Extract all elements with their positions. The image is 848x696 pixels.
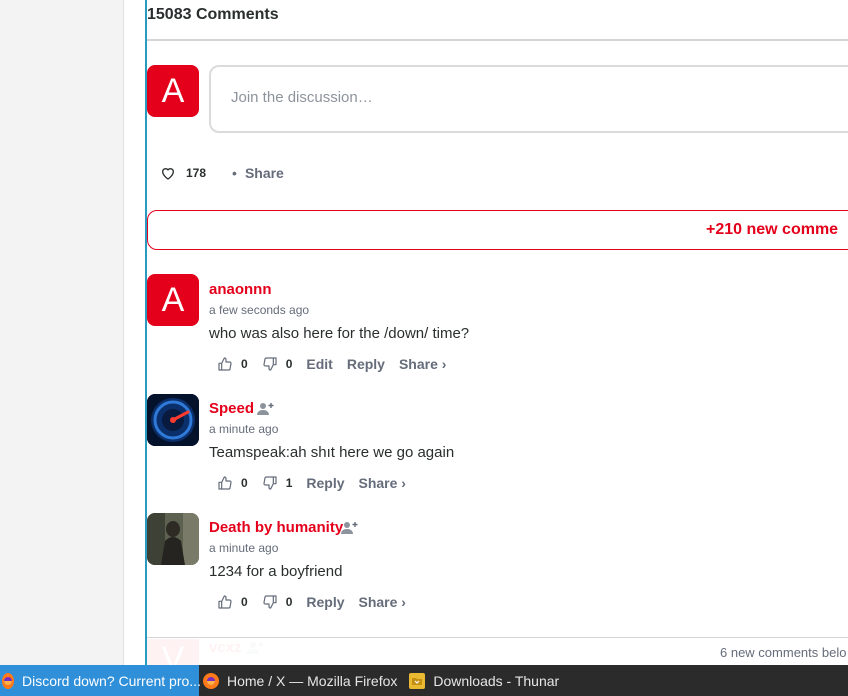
share-link[interactable]: Share xyxy=(245,165,284,181)
follow-user-icon[interactable] xyxy=(341,521,359,535)
downvote-count: 0 xyxy=(285,357,293,371)
comment-actions: 0 1 Reply Share › xyxy=(217,475,420,491)
comment-author[interactable]: Speed xyxy=(209,400,254,417)
heart-icon[interactable] xyxy=(160,165,176,181)
comment-actions: 0 0 Edit Reply Share › xyxy=(217,356,460,372)
comment-timestamp[interactable]: a few seconds ago xyxy=(209,303,309,317)
thumbs-up-icon xyxy=(218,357,232,371)
edit-button[interactable]: Edit xyxy=(306,356,332,372)
share-button[interactable]: Share › xyxy=(399,356,446,372)
comment-avatar[interactable] xyxy=(147,394,199,446)
taskbar: Discord down? Current pro... Home / X — … xyxy=(0,665,848,696)
comment-item: Death by humanity a minute ago 1234 for … xyxy=(147,513,848,619)
comment-actions: 0 0 Reply Share › xyxy=(217,594,420,610)
separator-dot: • xyxy=(232,165,237,181)
comment-author[interactable]: Death by humanity xyxy=(209,519,343,536)
upvote-count: 0 xyxy=(241,595,248,609)
upvote-button[interactable]: 0 xyxy=(217,594,248,610)
comment-text: who was also here for the /down/ time? xyxy=(209,325,470,342)
page-left-gutter xyxy=(0,0,123,665)
comment-timestamp[interactable]: a minute ago xyxy=(209,541,278,555)
like-count: 178 xyxy=(186,166,207,180)
comment-author[interactable]: anaonnn xyxy=(209,281,272,298)
comment-avatar[interactable] xyxy=(147,513,199,565)
downvote-button[interactable]: 0 xyxy=(262,594,293,610)
taskbar-item-thunar[interactable]: Downloads - Thunar xyxy=(407,665,569,696)
downvote-button[interactable]: 1 xyxy=(262,475,293,491)
taskbar-item-label: Downloads - Thunar xyxy=(433,672,560,689)
reactions-bar: 178 • Share xyxy=(160,165,284,181)
reply-button[interactable]: Reply xyxy=(347,356,385,372)
new-comments-below-bar[interactable]: 6 new comments belo xyxy=(147,637,848,665)
speedometer-avatar-image xyxy=(147,394,199,446)
taskbar-item-label: Home / X — Mozilla Firefox xyxy=(227,672,398,689)
downvote-count: 1 xyxy=(285,476,293,490)
folder-icon xyxy=(409,672,426,689)
upvote-count: 0 xyxy=(241,476,248,490)
share-button[interactable]: Share › xyxy=(359,594,406,610)
thumbs-up-icon xyxy=(218,595,232,609)
new-comments-below-label: 6 new comments belo xyxy=(720,645,847,660)
downvote-count: 0 xyxy=(285,595,293,609)
upvote-button[interactable]: 0 xyxy=(217,475,248,491)
thumbs-down-icon xyxy=(263,476,277,490)
firefox-icon xyxy=(203,672,219,689)
reply-button[interactable]: Reply xyxy=(306,594,344,610)
upvote-button[interactable]: 0 xyxy=(217,356,248,372)
thumbs-down-icon xyxy=(263,595,277,609)
comment-timestamp[interactable]: a minute ago xyxy=(209,422,278,436)
thumbs-up-icon xyxy=(218,476,232,490)
comment-text: Teamspeak:ah shıt here we go again xyxy=(209,444,455,461)
comment-text: 1234 for a boyfriend xyxy=(209,563,343,580)
new-comments-banner[interactable]: +210 new comme xyxy=(147,210,848,250)
firefox-icon xyxy=(2,672,14,689)
downvote-button[interactable]: 0 xyxy=(262,356,293,372)
discussion-composer[interactable] xyxy=(209,65,848,133)
taskbar-item-label: Discord down? Current pro... xyxy=(22,672,201,689)
comments-count-divider xyxy=(147,39,848,41)
new-comments-banner-label: +210 new comme xyxy=(706,221,839,238)
taskbar-item-firefox-x[interactable]: Home / X — Mozilla Firefox xyxy=(199,665,407,696)
share-button[interactable]: Share › xyxy=(359,475,406,491)
composer-avatar[interactable]: A xyxy=(147,65,199,117)
comment-item: A anaonnn a few seconds ago who was also… xyxy=(147,274,848,381)
comment-item: Speed a minute ago Teamspeak:ah shıt her… xyxy=(147,394,848,500)
photo-avatar-image xyxy=(147,513,199,565)
reply-button[interactable]: Reply xyxy=(306,475,344,491)
comments-count: 15083 Comments xyxy=(147,6,279,23)
upvote-count: 0 xyxy=(241,357,248,371)
follow-user-icon[interactable] xyxy=(257,402,275,416)
discussion-input[interactable] xyxy=(211,67,848,128)
comment-avatar[interactable]: A xyxy=(147,274,199,326)
taskbar-item-discord-down[interactable]: Discord down? Current pro... xyxy=(0,665,201,696)
composer-avatar-letter: A xyxy=(161,71,185,110)
comment-avatar-letter: A xyxy=(161,280,185,319)
thumbs-down-icon xyxy=(263,357,277,371)
